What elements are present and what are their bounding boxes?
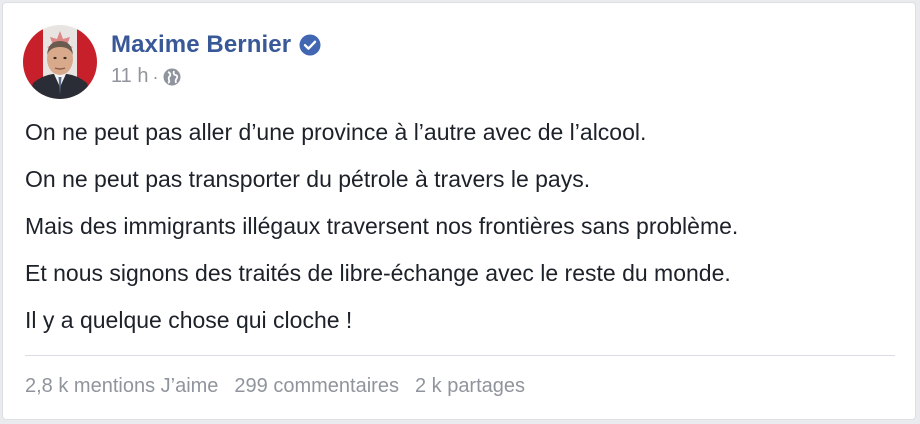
avatar[interactable] — [23, 25, 97, 99]
post-text-line: Mais des immigrants illégaux traversent … — [25, 213, 739, 239]
post-meta: Maxime Bernier 11 h · — [111, 29, 321, 88]
post-text-line: On ne peut pas aller d’une province à l’… — [25, 119, 647, 145]
verified-badge-icon — [299, 34, 321, 56]
post-card: Maxime Bernier 11 h · On ne peut pas all… — [2, 2, 916, 420]
avatar-photo — [23, 25, 97, 99]
post-header: Maxime Bernier 11 h · — [23, 25, 321, 101]
author-name[interactable]: Maxime Bernier — [111, 31, 291, 59]
comments-count[interactable]: 299 commentaires — [234, 375, 399, 398]
post-text-line: On ne peut pas transporter du pétrole à … — [25, 166, 591, 192]
author-row: Maxime Bernier — [111, 29, 321, 61]
post-text-line: Et nous signons des traités de libre-éch… — [25, 260, 731, 286]
post-body: On ne peut pas aller d’une province à l’… — [25, 118, 905, 353]
post-timestamp-row: 11 h · — [111, 65, 321, 88]
post-text-line: Il y a quelque chose qui cloche ! — [25, 307, 353, 333]
divider — [25, 355, 895, 356]
likes-count[interactable]: 2,8 k mentions J’aime — [25, 375, 218, 398]
separator-dot: · — [152, 66, 159, 87]
post-stats: 2,8 k mentions J’aime 299 commentaires 2… — [25, 375, 541, 398]
shares-count[interactable]: 2 k partages — [415, 375, 525, 398]
globe-icon[interactable] — [163, 68, 181, 86]
post-timestamp[interactable]: 11 h — [111, 65, 148, 88]
